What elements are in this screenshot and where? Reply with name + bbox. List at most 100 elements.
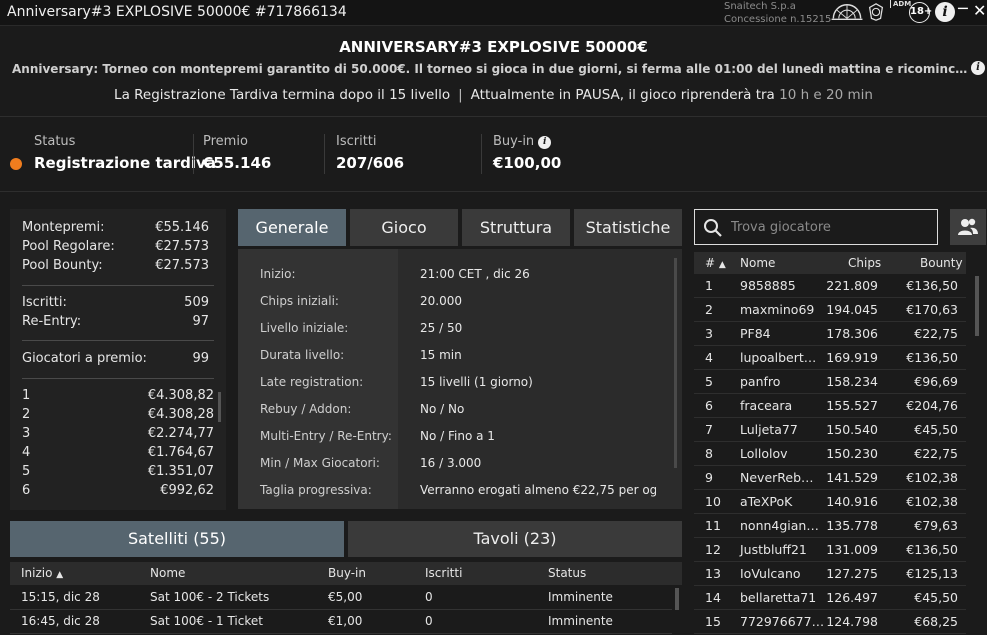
wheel-logo-icon	[831, 4, 863, 20]
cell-n: 9	[705, 470, 713, 485]
cell-nome: Lollolov	[740, 446, 788, 461]
cell-chips: 221.809	[826, 278, 878, 293]
description-info-icon[interactable]: i	[971, 61, 985, 75]
table-row[interactable]: 16:45, dic 28 Sat 100€ - 1 Ticket €1,00 …	[10, 610, 672, 634]
col-buyin[interactable]: Buy-in	[328, 566, 366, 580]
cell-chips: 155.527	[826, 398, 878, 413]
cell-nome: nonn4gian…	[740, 518, 819, 533]
col-num[interactable]: # ▲	[705, 256, 726, 270]
satellites-scrollbar[interactable]	[675, 588, 679, 610]
cell-bounty: €136,50	[906, 350, 958, 365]
players-scrollbar[interactable]	[975, 276, 979, 336]
cell-bounty: €170,63	[906, 302, 958, 317]
cell-bounty: €136,50	[906, 542, 958, 557]
divider	[324, 134, 325, 174]
cell-bounty: €45,50	[914, 422, 958, 437]
cell-n: 12	[705, 542, 721, 557]
cell-n: 6	[705, 398, 713, 413]
window-title: Anniversary#3 EXPLOSIVE 50000€ #71786613…	[7, 4, 347, 20]
info-scrollbar[interactable]	[674, 258, 677, 468]
divider	[22, 378, 214, 379]
cell-n: 8	[705, 446, 713, 461]
table-row[interactable]: 12 Justbluff21 131.009 €136,50	[694, 538, 966, 562]
cell-nome: fraceara	[740, 398, 793, 413]
table-row[interactable]: 14 bellaretta71 126.497 €45,50	[694, 586, 966, 610]
table-row[interactable]: 13 IoVulcano 127.275 €125,13	[694, 562, 966, 586]
divider	[22, 340, 214, 341]
cell-n: 5	[705, 374, 713, 389]
tab-statistiche[interactable]: Statistiche	[574, 209, 682, 246]
buyin-info-icon[interactable]: i	[538, 136, 552, 149]
table-row[interactable]: 5 panfro 158.234 €96,69	[694, 370, 966, 394]
satellites-header: Inizio ▲ Nome Buy-in Iscritti Status	[10, 562, 682, 585]
tab-satelliti[interactable]: Satelliti (55)	[10, 521, 344, 557]
search-box	[694, 209, 938, 245]
col-chips[interactable]: Chips	[848, 256, 881, 270]
table-row[interactable]: 11 nonn4gian… 135.778 €79,63	[694, 514, 966, 538]
cell-chips: 140.916	[826, 494, 878, 509]
users-button[interactable]	[950, 209, 986, 245]
sort-asc-icon: ▲	[718, 260, 726, 270]
cell-chips: 178.306	[826, 326, 878, 341]
concession-info: Snaitech S.p.a Concessione n.15215	[724, 1, 832, 25]
tab-struttura[interactable]: Struttura	[462, 209, 570, 246]
cell-n: 4	[705, 350, 713, 365]
tab-gioco[interactable]: Gioco	[350, 209, 458, 246]
sort-asc-icon: ▲	[56, 570, 64, 580]
cell-bounty: €45,50	[914, 590, 958, 605]
reentry-row: Re-Entry: 97	[22, 314, 209, 329]
col-nome[interactable]: Nome	[150, 566, 185, 580]
payout-scrollbar[interactable]	[218, 392, 221, 422]
stat-status: Status Registrazione tardiva	[34, 134, 216, 172]
col-status[interactable]: Status	[548, 566, 586, 580]
close-button[interactable]: ✕	[973, 0, 987, 22]
table-row[interactable]: 2 maxmino69 194.045 €170,63	[694, 298, 966, 322]
cell-bounty: €22,75	[914, 446, 958, 461]
cell-n: 14	[705, 590, 721, 605]
table-row[interactable]: 6 fraceara 155.527 €204,76	[694, 394, 966, 418]
cell-n: 10	[705, 494, 721, 509]
cell-n: 15	[705, 614, 721, 629]
col-nome[interactable]: Nome	[740, 256, 775, 270]
cell-nome: bellaretta71	[740, 590, 817, 605]
stat-prize: Premio €55.146	[203, 134, 272, 172]
separator: |	[458, 87, 463, 103]
search-input[interactable]	[731, 216, 931, 238]
table-row[interactable]: 9 NeverReb… 141.529 €102,38	[694, 466, 966, 490]
table-row[interactable]: 3 PF84 178.306 €22,75	[694, 322, 966, 346]
table-row[interactable]: 1 9858885 221.809 €136,50	[694, 274, 966, 298]
cell-n: 7	[705, 422, 713, 437]
registration-status-line: La Registrazione Tardiva termina dopo il…	[0, 87, 987, 103]
search-icon	[704, 219, 722, 237]
cell-nome: aTeXPoK	[740, 494, 793, 509]
tab-generale[interactable]: Generale	[238, 209, 346, 246]
payout-list[interactable]: 1 €4.308,82 2 €4.308,28 3 €2.274,77 4 €1.764…	[22, 388, 214, 508]
cell-nome: 772976677…	[740, 614, 825, 629]
users-icon	[958, 218, 978, 235]
tab-tavoli[interactable]: Tavoli (23)	[348, 521, 682, 557]
cell-chips: 135.778	[826, 518, 878, 533]
col-bounty[interactable]: Bounty	[920, 256, 963, 270]
table-row[interactable]: 8 Lollolov 150.230 €22,75	[694, 442, 966, 466]
stats-row: Status Registrazione tardiva Premio €55.…	[0, 116, 987, 192]
divider	[481, 134, 482, 174]
cell-n: 13	[705, 566, 721, 581]
col-inizio[interactable]: Inizio ▲	[21, 566, 63, 580]
table-row[interactable]: 10 aTeXPoK 140.916 €102,38	[694, 490, 966, 514]
status-dot-icon	[10, 158, 22, 170]
table-row[interactable]: 15:15, dic 28 Sat 100€ - 2 Tickets €5,00…	[10, 586, 672, 610]
cell-n: 3	[705, 326, 713, 341]
col-iscritti[interactable]: Iscritti	[425, 566, 462, 580]
minimize-button[interactable]: ─	[958, 0, 972, 22]
table-row[interactable]: 7 Luljeta77 150.540 €45,50	[694, 418, 966, 442]
payout-item: 5 €1.351,07	[22, 464, 214, 479]
cell-nome: Luljeta77	[740, 422, 798, 437]
table-row[interactable]: 4 lupoalbert… 169.919 €136,50	[694, 346, 966, 370]
cell-chips: 131.009	[826, 542, 878, 557]
status-value: Registrazione tardiva	[34, 154, 216, 172]
cell-nome: panfro	[740, 374, 781, 389]
payout-item: 6 €992,62	[22, 483, 214, 498]
info-icon[interactable]: i	[935, 2, 955, 22]
table-row[interactable]: 15 772976677… 124.798 €68,25	[694, 610, 966, 634]
cell-bounty: €125,13	[906, 566, 958, 581]
